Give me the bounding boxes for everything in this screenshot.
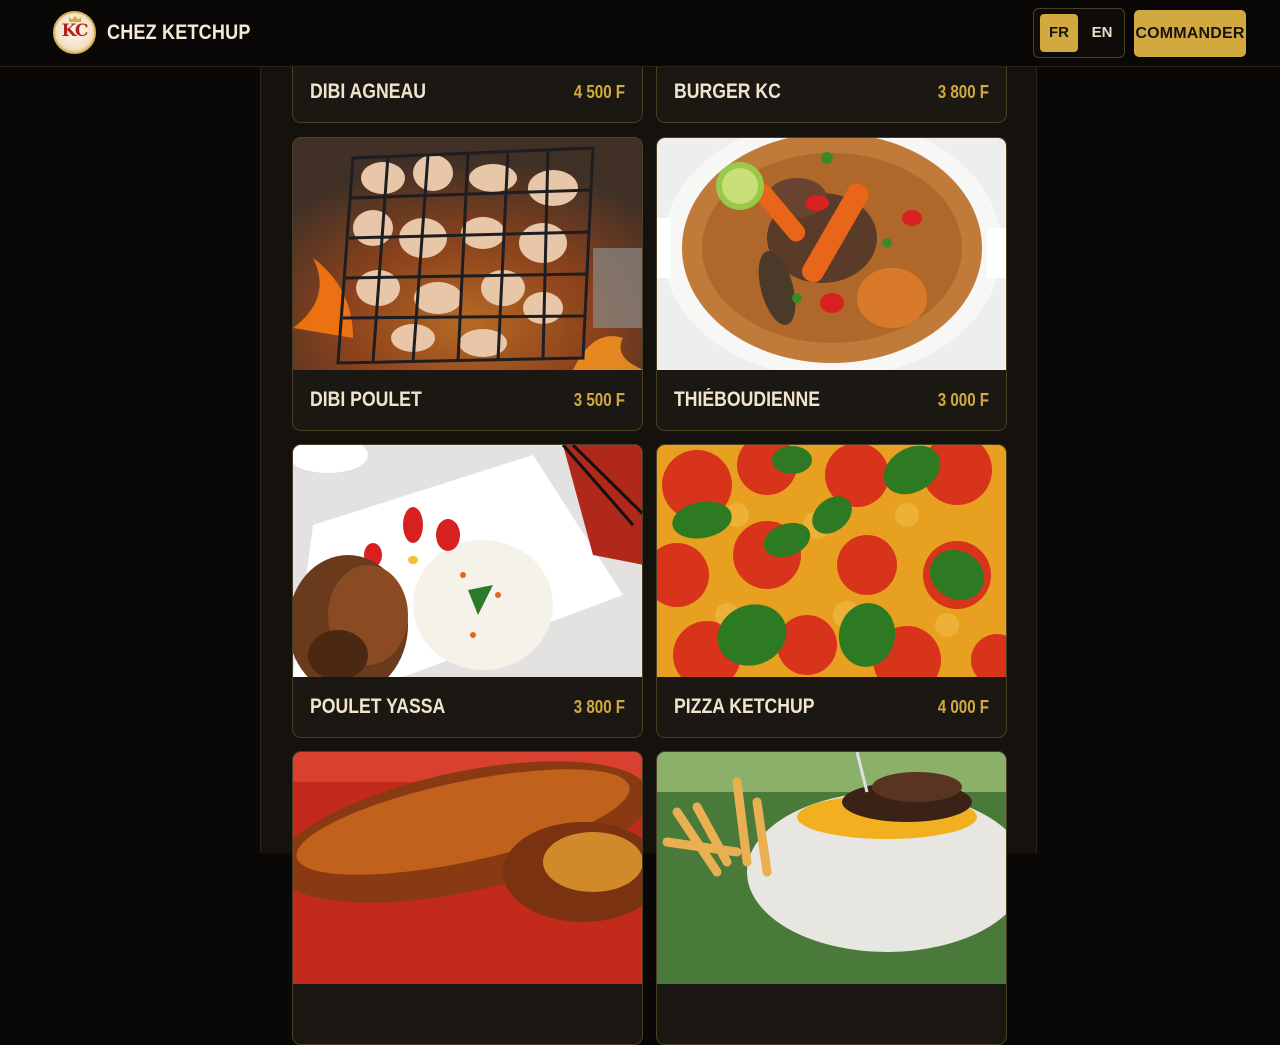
- dish-name: BURGER KC: [674, 80, 781, 103]
- logo[interactable]: KC: [53, 11, 96, 54]
- dish-price: 3 800 F: [937, 82, 989, 102]
- card-footer: BURGER KC 3 800 F: [657, 62, 1006, 122]
- card-footer: DIBI AGNEAU 4 500 F: [293, 62, 642, 122]
- card-footer: THIÉBOUDIENNE 3 000 F: [657, 370, 1006, 430]
- top-navbar: KC CHEZ KETCHUP FR EN COMMANDER: [0, 0, 1280, 67]
- menu-card[interactable]: DIBI POULET 3 500 F: [292, 137, 643, 431]
- dish-name: POULET YASSA: [310, 695, 446, 718]
- dish-image: [293, 752, 642, 984]
- lang-fr-button[interactable]: FR: [1040, 14, 1078, 52]
- dish-price: 3 000 F: [937, 390, 989, 410]
- dish-image: [293, 138, 642, 370]
- card-footer: DIBI POULET 3 500 F: [293, 370, 642, 430]
- order-button[interactable]: COMMANDER: [1134, 10, 1246, 57]
- dish-name: DIBI AGNEAU: [310, 80, 426, 103]
- menu-card[interactable]: POULET YASSA 3 800 F: [292, 444, 643, 738]
- dish-image: [293, 445, 642, 677]
- menu-card[interactable]: THIÉBOUDIENNE 3 000 F: [656, 137, 1007, 431]
- dish-name: DIBI POULET: [310, 388, 422, 411]
- dish-price: 4 000 F: [937, 697, 989, 717]
- lang-en-button[interactable]: EN: [1084, 14, 1120, 52]
- dish-name: THIÉBOUDIENNE: [674, 388, 821, 411]
- language-switcher: FR EN: [1033, 8, 1125, 58]
- card-footer: POULET YASSA 3 800 F: [293, 677, 642, 737]
- menu-card[interactable]: [656, 751, 1007, 1045]
- logo-text: KC: [61, 21, 89, 41]
- dish-price: 3 500 F: [573, 390, 625, 410]
- menu-card[interactable]: [292, 751, 643, 1045]
- card-footer: PIZZA KETCHUP 4 000 F: [657, 677, 1006, 737]
- dish-image: [657, 445, 1006, 677]
- brand[interactable]: KC CHEZ KETCHUP: [53, 11, 274, 54]
- dish-name: PIZZA KETCHUP: [674, 695, 815, 718]
- dish-price: 3 800 F: [573, 697, 625, 717]
- dish-image: [657, 752, 1006, 984]
- dish-price: 4 500 F: [573, 82, 625, 102]
- menu-card[interactable]: PIZZA KETCHUP 4 000 F: [656, 444, 1007, 738]
- menu-panel: DIBI AGNEAU 4 500 F BURGER KC 3 800 F DI…: [260, 0, 1037, 1045]
- brand-name[interactable]: CHEZ KETCHUP: [107, 21, 251, 45]
- dish-image: [657, 138, 1006, 370]
